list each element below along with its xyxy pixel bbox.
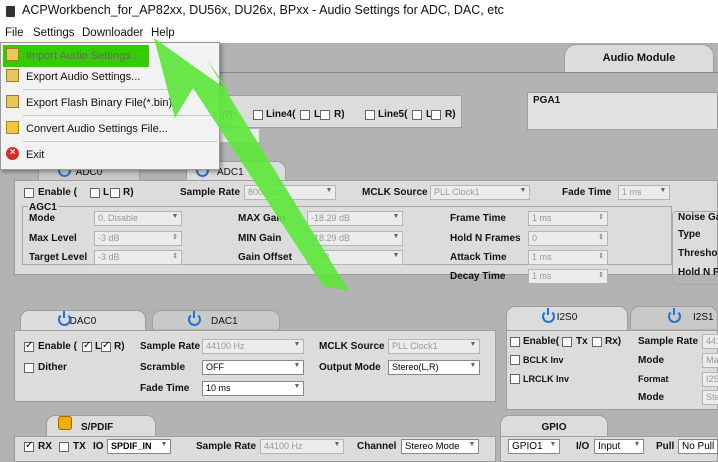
annotation-arrow (154, 38, 349, 291)
